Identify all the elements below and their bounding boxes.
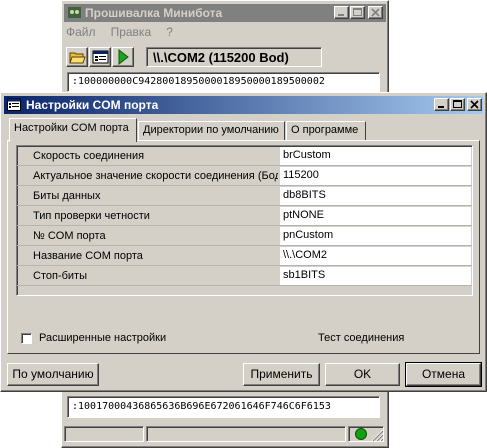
- settings-dialog: Настройки COM порта Настройки COM порта …: [0, 92, 487, 392]
- minimize-icon: [438, 106, 444, 108]
- dialog-close-button[interactable]: [467, 98, 482, 111]
- advanced-settings-checkbox[interactable]: [21, 333, 32, 344]
- dialog-maximize-button[interactable]: [450, 98, 465, 111]
- advanced-settings-label[interactable]: Расширенные настройки: [39, 332, 166, 344]
- setting-label: № COM порта: [33, 230, 106, 242]
- setting-value[interactable]: brCustom: [280, 147, 471, 165]
- default-button[interactable]: По умолчанию: [7, 363, 99, 386]
- app-icon: [68, 7, 81, 18]
- open-folder-icon: [69, 52, 86, 64]
- setting-label: Стоп-биты: [33, 270, 87, 282]
- maximize-icon: [453, 100, 462, 108]
- main-window-title: Прошивалка Минибота: [85, 6, 223, 20]
- open-button[interactable]: [66, 47, 88, 67]
- setting-value[interactable]: sb1BITS: [280, 267, 471, 285]
- dialog-titlebar[interactable]: Настройки COM порта: [4, 96, 483, 114]
- setting-label: Скорость соединения: [33, 150, 145, 162]
- settings-button[interactable]: [89, 47, 111, 67]
- menu-file[interactable]: Файл: [66, 25, 96, 39]
- setting-row[interactable]: Актуальное значение скорости соединения …: [17, 166, 472, 186]
- dialog-title: Настройки COM порта: [26, 98, 159, 112]
- minimize-icon: [338, 14, 344, 16]
- setting-label: Тип проверки четности: [33, 210, 150, 222]
- main-toolbar: \\.\COM2 (115200 Bod): [64, 43, 386, 69]
- main-titlebar[interactable]: Прошивалка Минибота: [64, 4, 386, 22]
- port-label: \\.\COM2 (115200 Bod): [146, 47, 322, 67]
- setting-label: Актуальное значение скорости соединения …: [33, 170, 278, 182]
- setting-row[interactable]: Биты данных db8BITS: [17, 186, 472, 206]
- dialog-minimize-button[interactable]: [434, 98, 449, 111]
- menu-help[interactable]: ?: [166, 25, 173, 39]
- setting-row[interactable]: Стоп-биты sb1BITS: [17, 266, 472, 286]
- status-panel-2: [146, 426, 346, 442]
- size-grip-icon[interactable]: [370, 428, 384, 442]
- status-panel-1: [64, 426, 144, 442]
- setting-value[interactable]: 115200: [280, 167, 471, 185]
- main-menu-bar: Файл Правка ?: [66, 25, 185, 41]
- ok-button[interactable]: OK: [325, 363, 400, 386]
- dialog-window-icon: [7, 98, 21, 111]
- tab-com-settings[interactable]: Настройки COM порта: [9, 118, 137, 142]
- tab-default-directories[interactable]: Директории по умолчанию: [138, 121, 285, 140]
- main-minimize-button[interactable]: [334, 6, 349, 19]
- setting-value[interactable]: ptNONE: [280, 207, 471, 225]
- setting-value[interactable]: db8BITS: [280, 187, 471, 205]
- run-icon: [118, 49, 129, 65]
- setting-row[interactable]: № COM порта pnCustom: [17, 226, 472, 246]
- status-led-icon: [355, 428, 367, 440]
- maximize-icon: [353, 8, 362, 16]
- cancel-button[interactable]: Отмена: [405, 362, 482, 387]
- settings-grid: Скорость соединения brCustom Актуальное …: [16, 145, 473, 296]
- run-button[interactable]: [112, 47, 134, 67]
- main-close-button[interactable]: [368, 6, 383, 19]
- close-icon: [470, 100, 479, 109]
- setting-row[interactable]: Название COM порта \\.\COM2: [17, 246, 472, 266]
- close-icon: [371, 8, 380, 17]
- setting-label: Название COM порта: [33, 250, 143, 262]
- hex-line-top: :100000000C94280018950000189500001895000…: [67, 72, 380, 92]
- setting-value[interactable]: pnCustom: [280, 227, 471, 245]
- main-maximize-button[interactable]: [350, 6, 365, 19]
- menu-edit[interactable]: Правка: [111, 25, 152, 39]
- apply-button[interactable]: Применить: [243, 363, 320, 386]
- setting-row[interactable]: Тип проверки четности ptNONE: [17, 206, 472, 226]
- setting-row[interactable]: Скорость соединения brCustom: [17, 146, 472, 166]
- tab-about[interactable]: О программе: [286, 121, 366, 140]
- setting-label: Биты данных: [33, 190, 101, 202]
- hex-line-bottom: :10017000436865636B696E672061646F746C6F6…: [67, 396, 380, 418]
- test-connection-label[interactable]: Тест соединения: [318, 332, 404, 344]
- settings-icon: [92, 50, 109, 64]
- status-bar: [64, 424, 386, 444]
- setting-value[interactable]: \\.\COM2: [280, 247, 471, 265]
